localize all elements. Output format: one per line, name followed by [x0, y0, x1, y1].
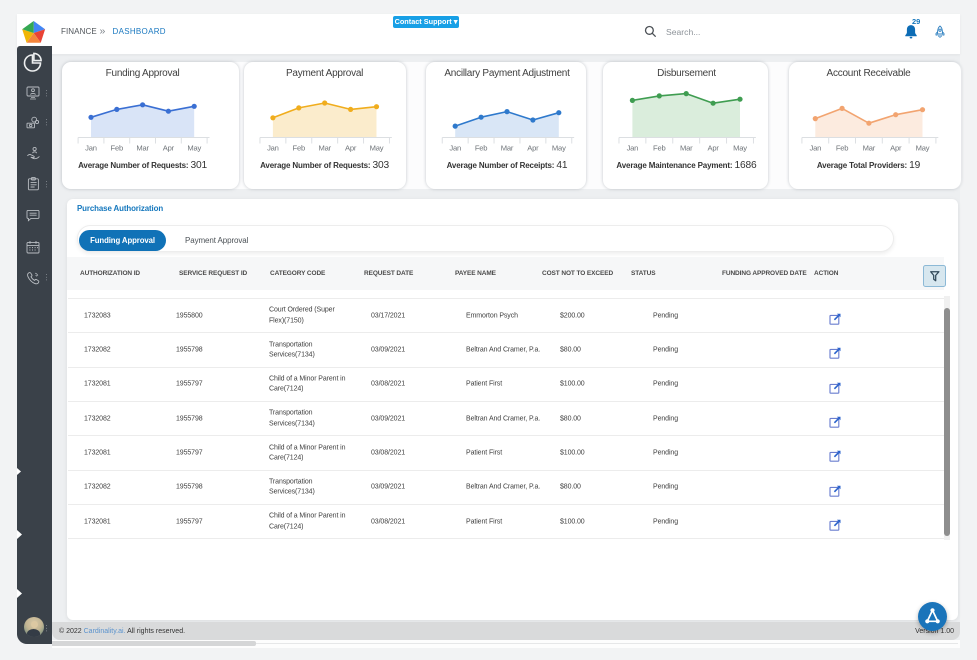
svg-text:Jan: Jan — [809, 144, 821, 153]
svg-text:May: May — [370, 144, 384, 153]
svg-text:May: May — [733, 144, 747, 153]
svg-text:Jan: Jan — [267, 144, 279, 153]
svg-text:Jan: Jan — [85, 144, 97, 153]
svg-text:May: May — [187, 144, 201, 153]
svg-text:Mar: Mar — [501, 144, 514, 153]
svg-text:May: May — [552, 144, 566, 153]
svg-text:Jan: Jan — [449, 144, 461, 153]
svg-text:Mar: Mar — [136, 144, 149, 153]
svg-text:Feb: Feb — [653, 144, 666, 153]
svg-text:Mar: Mar — [680, 144, 693, 153]
svg-text:Apr: Apr — [890, 144, 902, 153]
svg-text:Feb: Feb — [475, 144, 488, 153]
svg-text:Feb: Feb — [292, 144, 305, 153]
svg-text:Jan: Jan — [627, 144, 639, 153]
svg-text:Feb: Feb — [111, 144, 124, 153]
svg-text:Mar: Mar — [862, 144, 875, 153]
svg-text:Feb: Feb — [835, 144, 848, 153]
svg-text:Apr: Apr — [527, 144, 539, 153]
svg-text:Mar: Mar — [318, 144, 331, 153]
svg-text:May: May — [915, 144, 929, 153]
svg-text:Apr: Apr — [163, 144, 175, 153]
svg-text:Apr: Apr — [708, 144, 720, 153]
svg-text:Apr: Apr — [345, 144, 357, 153]
